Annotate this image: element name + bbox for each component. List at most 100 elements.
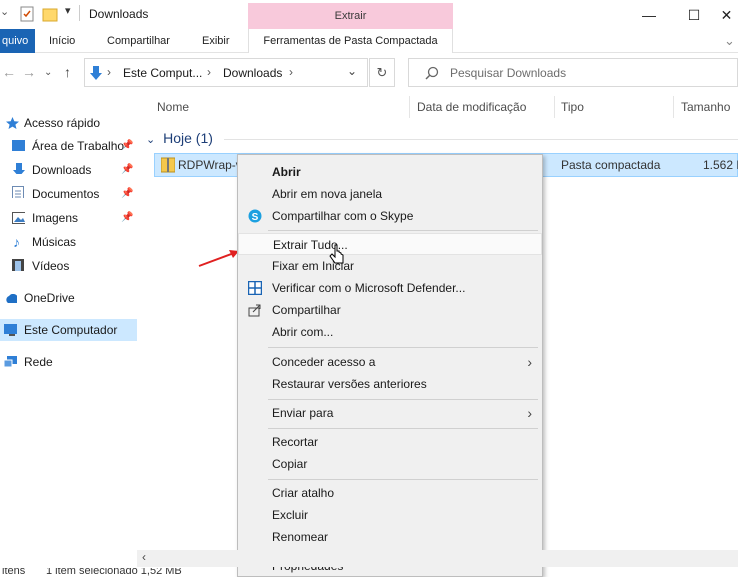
menu-item-criar-atalho[interactable]: Criar atalho xyxy=(238,482,542,504)
menu-item-compartilhar[interactable]: Compartilhar xyxy=(238,299,542,321)
network-icon xyxy=(4,356,17,368)
breadcrumb-downloads[interactable]: Downloads xyxy=(223,66,282,80)
pin-icon[interactable]: 📌 xyxy=(121,159,133,181)
sidebar-item-acesso-rapido[interactable]: Acesso rápido xyxy=(0,112,137,134)
file-type: Pasta compactada xyxy=(561,158,661,172)
menu-item-compartilhar-skype[interactable]: S Compartilhar com o Skype xyxy=(238,205,542,227)
maximize-button[interactable]: ☐ xyxy=(679,4,709,26)
menu-separator xyxy=(268,347,538,348)
back-arrow-icon[interactable]: ← xyxy=(2,64,16,80)
navigation-pane: Acesso rápido Área de Trabalho 📌 Downloa… xyxy=(0,100,137,560)
forward-arrow-icon[interactable]: → xyxy=(22,64,36,80)
pin-icon[interactable]: 📌 xyxy=(121,135,133,157)
sidebar-item-videos[interactable]: Vídeos xyxy=(0,255,137,277)
sidebar-item-downloads[interactable]: Downloads 📌 xyxy=(0,159,137,181)
ribbon-tabs: quivo Início Compartilhar Exibir Ferrame… xyxy=(0,29,738,53)
file-name: RDPWrap-v xyxy=(178,158,242,172)
status-selection: 1 item selecionado 1,52 MB xyxy=(46,568,182,577)
menu-item-label: Verificar com o Microsoft Defender... xyxy=(272,281,466,295)
defender-icon xyxy=(248,281,262,295)
sidebar-item-onedrive[interactable]: OneDrive xyxy=(0,287,137,309)
menu-item-restaurar-versoes[interactable]: Restaurar versões anteriores xyxy=(238,373,542,395)
annotation-arrow xyxy=(198,250,239,267)
search-icon xyxy=(425,66,439,80)
menu-item-verificar-defender[interactable]: Verificar com o Microsoft Defender... xyxy=(238,277,542,299)
horizontal-scrollbar[interactable]: ‹ xyxy=(137,550,738,567)
column-divider[interactable] xyxy=(673,96,674,118)
sidebar-item-label: Documentos xyxy=(32,187,100,201)
sidebar-item-imagens[interactable]: Imagens 📌 xyxy=(0,207,137,229)
sidebar-item-label: Imagens xyxy=(32,211,79,225)
zip-folder-icon xyxy=(161,157,175,173)
menu-item-excluir[interactable]: Excluir xyxy=(238,504,542,526)
address-bar[interactable]: › Este Comput... › Downloads › ⌄ xyxy=(84,58,368,87)
extrair-context-header: Extrair xyxy=(248,3,453,29)
column-divider[interactable] xyxy=(409,96,410,118)
sidebar-item-rede[interactable]: Rede xyxy=(0,351,137,373)
downloads-location-icon xyxy=(90,66,102,80)
skype-icon: S xyxy=(248,209,262,223)
menu-item-extrair-tudo[interactable]: Extrair Tudo... xyxy=(238,233,542,255)
submenu-arrow-icon: › xyxy=(527,354,532,370)
address-dropdown-icon[interactable]: ⌄ xyxy=(347,64,357,78)
menu-item-copiar[interactable]: Copiar xyxy=(238,453,542,475)
new-folder-icon[interactable] xyxy=(42,6,58,22)
ribbon-expand-icon[interactable]: ⌄ xyxy=(724,29,735,53)
status-bar: itens 1 item selecionado 1,52 MB xyxy=(0,568,738,577)
column-header-tamanho[interactable]: Tamanho xyxy=(681,100,730,114)
sidebar-item-label: Downloads xyxy=(32,163,92,177)
chevron-down-icon[interactable]: ⌄ xyxy=(0,5,9,18)
sidebar-item-documentos[interactable]: Documentos 📌 xyxy=(0,183,137,205)
breadcrumb-este-computador[interactable]: Este Comput... xyxy=(123,66,202,80)
tab-exibir[interactable]: Exibir xyxy=(202,29,230,53)
group-divider xyxy=(224,139,738,140)
menu-item-label: Conceder acesso a xyxy=(272,355,376,369)
menu-item-abrir-com[interactable]: Abrir com... xyxy=(238,321,542,343)
menu-item-conceder-acesso[interactable]: Conceder acesso a › xyxy=(238,351,542,373)
properties-icon[interactable] xyxy=(20,6,34,22)
sidebar-item-label: Vídeos xyxy=(32,259,70,273)
menu-item-renomear[interactable]: Renomear xyxy=(238,526,542,548)
sidebar-item-musicas[interactable]: ♪ Músicas xyxy=(0,231,137,253)
tab-compartilhar[interactable]: Compartilhar xyxy=(107,29,170,53)
recent-locations-icon[interactable]: ⌄ xyxy=(44,67,52,78)
menu-item-abrir-nova-janela[interactable]: Abrir em nova janela xyxy=(238,183,542,205)
minimize-button[interactable]: — xyxy=(634,4,664,26)
menu-item-recortar[interactable]: Recortar xyxy=(238,431,542,453)
pin-icon[interactable]: 📌 xyxy=(121,207,133,229)
sidebar-item-area-de-trabalho[interactable]: Área de Trabalho 📌 xyxy=(0,135,137,157)
column-header-data[interactable]: Data de modificação xyxy=(417,100,526,114)
pin-icon[interactable]: 📌 xyxy=(121,183,133,205)
menu-item-abrir[interactable]: Abrir xyxy=(238,161,542,183)
group-header[interactable]: ⌄ Hoje (1) xyxy=(146,130,213,150)
customize-toolbar-icon[interactable]: ▾ xyxy=(65,4,71,17)
tab-ferramentas-pasta-compactada[interactable]: Ferramentas de Pasta Compactada xyxy=(248,29,453,53)
group-label: Hoje (1) xyxy=(163,130,213,146)
scroll-left-icon[interactable]: ‹ xyxy=(142,550,146,564)
column-divider[interactable] xyxy=(554,96,555,118)
sidebar-item-label: Rede xyxy=(24,355,53,369)
menu-separator xyxy=(268,230,538,231)
tab-inicio[interactable]: Início xyxy=(49,29,75,53)
sidebar-item-label: Acesso rápido xyxy=(24,116,101,130)
search-input[interactable]: Pesquisar Downloads xyxy=(408,58,738,87)
up-arrow-icon[interactable]: ↑ xyxy=(64,64,71,80)
menu-item-enviar-para[interactable]: Enviar para › xyxy=(238,402,542,424)
menu-item-label: Enviar para xyxy=(272,406,334,420)
close-button[interactable]: ✕ xyxy=(715,4,738,26)
menu-separator xyxy=(268,399,538,400)
path-separator: › xyxy=(289,65,293,79)
column-header-nome[interactable]: Nome xyxy=(157,100,189,114)
music-icon: ♪ xyxy=(13,234,20,250)
menu-separator xyxy=(268,428,538,429)
sidebar-item-este-computador[interactable]: Este Computador xyxy=(0,319,137,341)
column-header-tipo[interactable]: Tipo xyxy=(561,100,584,114)
sidebar-item-label: OneDrive xyxy=(24,291,75,305)
context-menu: Abrir Abrir em nova janela S Compartilha… xyxy=(237,154,543,577)
refresh-button[interactable]: ↻ xyxy=(369,58,395,87)
menu-item-fixar-iniciar[interactable]: Fixar em Iniciar xyxy=(238,255,542,277)
video-icon xyxy=(12,259,24,271)
submenu-arrow-icon: › xyxy=(527,405,532,421)
tab-arquivo[interactable]: quivo xyxy=(0,29,35,53)
menu-item-label: Compartilhar xyxy=(272,303,341,317)
